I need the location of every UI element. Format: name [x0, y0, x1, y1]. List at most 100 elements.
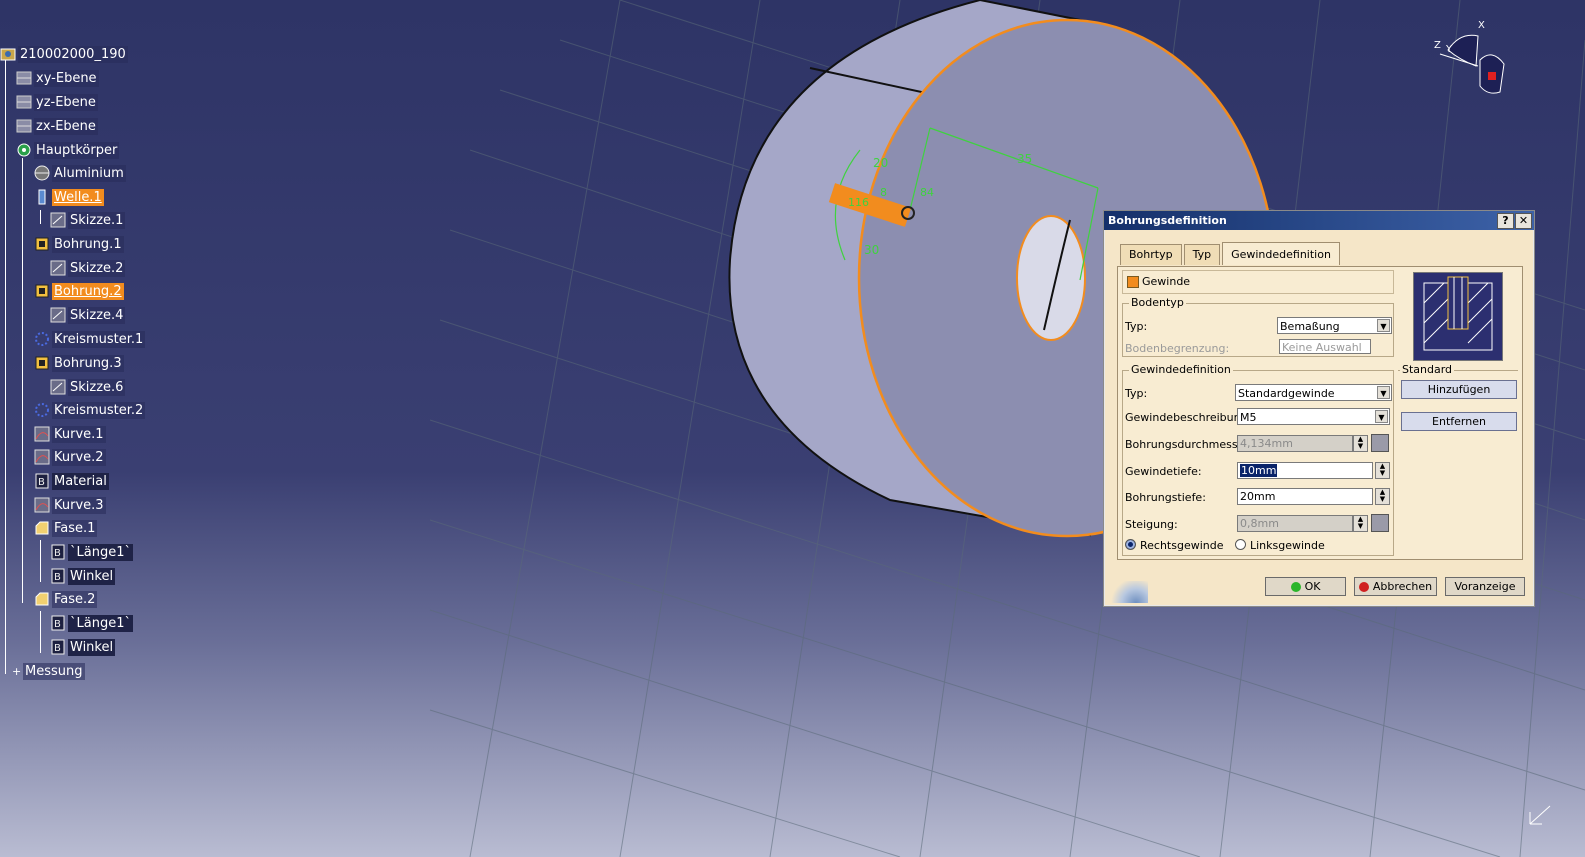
tree-item-kurve-2[interactable]: Kurve.2	[34, 447, 106, 467]
tree-item-skizze-1[interactable]: Skizze.1	[50, 210, 126, 230]
tree-item-label: Skizze.6	[68, 378, 126, 396]
bodentyp-typ-label: Typ:	[1125, 320, 1148, 333]
rechtsgewinde-label: Rechtsgewinde	[1140, 539, 1224, 552]
tree-item-messung[interactable]: + Messung	[12, 661, 85, 681]
bodentyp-select[interactable]: Bemaßung ▼	[1277, 317, 1392, 334]
bohrungsdurchmesser-field[interactable]: 4,134mm	[1237, 435, 1353, 452]
voranzeige-button[interactable]: Voranzeige	[1445, 577, 1525, 596]
chevron-down-icon[interactable]: ▼	[1375, 410, 1388, 423]
tree-item-welle-1[interactable]: Welle.1	[34, 187, 104, 207]
chevron-down-icon[interactable]: ▼	[1377, 319, 1390, 332]
bodenbegrenzung-label: Bodenbegrenzung:	[1125, 342, 1230, 355]
dialog-title-bar[interactable]: Bohrungsdefinition ? ✕	[1104, 211, 1534, 230]
steigung-field[interactable]: 0,8mm	[1237, 515, 1353, 532]
steigung-label: Steigung:	[1125, 518, 1178, 531]
dim-116: 116	[848, 196, 869, 209]
tree-item-bohrung-3[interactable]: Bohrung.3	[34, 353, 124, 373]
chamfer-icon	[34, 591, 50, 607]
bodenbegrenzung-field[interactable]: Keine Auswahl	[1279, 339, 1371, 354]
tree-item-l-nge1[interactable]: B `Länge1`	[50, 613, 133, 633]
formula-icon[interactable]	[1371, 434, 1389, 452]
tab-gewindedefinition[interactable]: Gewindedefinition	[1222, 242, 1340, 265]
svg-text:B: B	[54, 643, 61, 654]
hole-icon	[34, 355, 50, 371]
sketch-icon	[50, 260, 66, 276]
standard-title: Standard	[1400, 363, 1455, 376]
gewindetiefe-value: 10mm	[1240, 464, 1278, 477]
tree-item-zx-ebene[interactable]: zx-Ebene	[16, 116, 98, 136]
tree-item-yz-ebene[interactable]: yz-Ebene	[16, 92, 98, 112]
parameter-icon: B	[34, 473, 50, 489]
tree-item-kreismuster-2[interactable]: Kreismuster.2	[34, 400, 146, 420]
dialog-tabs: Bohrtyp Typ Gewindedefinition	[1120, 242, 1342, 266]
svg-text:B: B	[54, 619, 61, 630]
tree-item-winkel[interactable]: B Winkel	[50, 637, 116, 657]
rechtsgewinde-radio[interactable]	[1125, 539, 1136, 550]
ok-button[interactable]: OK	[1265, 577, 1346, 596]
tree-item-fase-2[interactable]: Fase.2	[34, 589, 98, 609]
tree-item-skizze-2[interactable]: Skizze.2	[50, 258, 126, 278]
bohrungsdurchmesser-spinner[interactable]: ▲ ▼	[1353, 435, 1368, 452]
chevron-down-icon[interactable]: ▼	[1377, 386, 1390, 399]
gewinde-typ-select[interactable]: Standardgewinde ▼	[1235, 384, 1392, 401]
steigung-spinner[interactable]: ▲ ▼	[1353, 515, 1368, 532]
tree-item-fase-1[interactable]: Fase.1	[34, 518, 98, 538]
formula-icon[interactable]	[1371, 514, 1389, 532]
compass-y-label: Y	[1446, 44, 1453, 55]
curve-icon	[34, 426, 50, 442]
tree-item-skizze-6[interactable]: Skizze.6	[50, 377, 126, 397]
parameter-icon: B	[50, 639, 66, 655]
tree-item-l-nge1[interactable]: B `Länge1`	[50, 542, 133, 562]
tree-item-skizze-4[interactable]: Skizze.4	[50, 305, 126, 325]
gewindetiefe-spinner[interactable]: ▲ ▼	[1375, 462, 1390, 479]
close-button[interactable]: ✕	[1515, 213, 1532, 229]
linksgewinde-label: Linksgewinde	[1250, 539, 1325, 552]
entfernen-button[interactable]: Entfernen	[1401, 412, 1517, 431]
tree-item-kurve-3[interactable]: Kurve.3	[34, 495, 106, 515]
hinzufuegen-button[interactable]: Hinzufügen	[1401, 380, 1517, 399]
tree-item-bohrung-1[interactable]: Bohrung.1	[34, 234, 124, 254]
tab-bohrtyp[interactable]: Bohrtyp	[1120, 244, 1182, 265]
tree-item-label: Kreismuster.1	[52, 330, 146, 348]
cancel-icon	[1358, 582, 1369, 592]
gewindetiefe-field[interactable]: 10mm	[1237, 462, 1373, 479]
gewindebeschreibung-label: Gewindebeschreibung:	[1125, 411, 1252, 424]
tree-item-winkel[interactable]: B Winkel	[50, 566, 116, 586]
tree-item-kurve-1[interactable]: Kurve.1	[34, 424, 106, 444]
parameter-icon: B	[50, 615, 66, 631]
specification-tree[interactable]: 210002000_190 xy-Ebene yz-Ebene zx-Ebene Ha…	[0, 40, 180, 690]
tree-item-bohrung-2[interactable]: Bohrung.2	[34, 281, 124, 301]
tree-item-label: Bohrung.3	[52, 354, 124, 372]
tree-item-hauptk-rper[interactable]: Hauptkörper	[16, 140, 120, 160]
tree-item-material[interactable]: B Material	[34, 471, 109, 491]
dim-8: 8	[880, 186, 887, 199]
compass-icon[interactable]: X Z Y	[1430, 20, 1510, 100]
tab-typ[interactable]: Typ	[1183, 244, 1221, 265]
gewinde-checkbox[interactable]	[1127, 276, 1139, 288]
tree-item-kreismuster-1[interactable]: Kreismuster.1	[34, 329, 146, 349]
abbrechen-button[interactable]: Abbrechen	[1354, 577, 1437, 596]
plane-icon	[16, 94, 32, 110]
bohrungstiefe-spinner[interactable]: ▲ ▼	[1375, 488, 1390, 505]
cancel-label: Abbrechen	[1372, 580, 1433, 593]
ok-icon	[1290, 582, 1301, 592]
sketch-icon	[50, 307, 66, 323]
tree-root[interactable]: 210002000_190	[0, 44, 128, 64]
svg-text:B: B	[54, 548, 61, 559]
tree-item-label: zx-Ebene	[34, 117, 98, 135]
hole-definition-dialog[interactable]: Bohrungsdefinition ? ✕ Bohrtyp Typ Gewin…	[1103, 210, 1535, 607]
tree-item-label: Fase.1	[52, 519, 98, 537]
bohrungstiefe-field[interactable]: 20mm	[1237, 488, 1373, 505]
gewindebeschreibung-select[interactable]: M5 ▼	[1237, 408, 1390, 425]
dim-20: 20	[873, 156, 889, 170]
tree-root-label: 210002000_190	[18, 45, 128, 63]
tree-item-label: Skizze.4	[68, 306, 126, 324]
linksgewinde-radio[interactable]	[1235, 539, 1246, 550]
expand-icon[interactable]: +	[12, 666, 21, 677]
steigung-value: 0,8mm	[1240, 517, 1279, 530]
tree-item-label: Welle.1	[52, 188, 104, 206]
help-button[interactable]: ?	[1497, 213, 1514, 229]
tree-item-xy-ebene[interactable]: xy-Ebene	[16, 68, 99, 88]
curve-icon	[34, 449, 50, 465]
tree-item-aluminium[interactable]: Aluminium	[34, 163, 126, 183]
